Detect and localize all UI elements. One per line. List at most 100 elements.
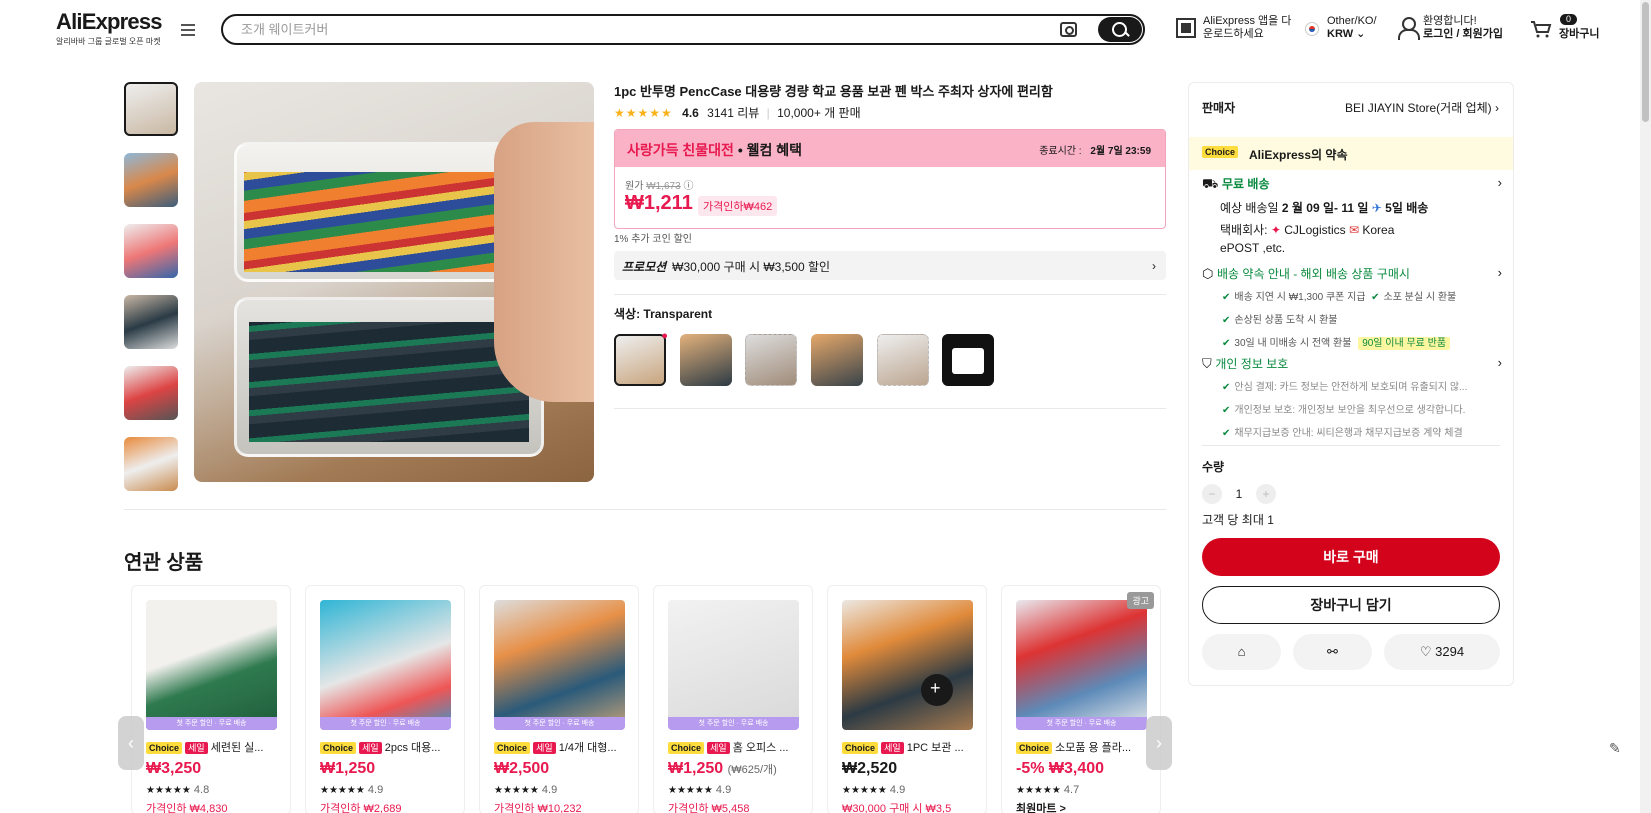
welcome-text: 환영합니다! — [1423, 15, 1477, 27]
free-shipping: 무료 배송 — [1221, 177, 1270, 191]
rating-stars: ★★★★★ — [668, 785, 713, 796]
related-product-card[interactable]: 첫 주문 할인 · 무료 배송 Choice 세일 홈 오피스 ... ₩1,2… — [653, 585, 813, 813]
cart-icon[interactable] — [1530, 20, 1552, 38]
qr-code-icon[interactable] — [1176, 18, 1196, 38]
share-button[interactable]: ⚯ — [1293, 634, 1372, 670]
color-variants: ● — [614, 330, 1004, 386]
rating-stars: ★★★★★ — [842, 785, 887, 796]
choice-badge: Choice — [494, 742, 531, 754]
store-name: BEI JIAYIN Store(거래 업체) — [1345, 101, 1492, 115]
rating-value: 4.9 — [889, 784, 906, 796]
product-price: ₩1,250 — [320, 760, 376, 777]
promo-band: 첫 주문 할인 · 무료 배송 — [146, 717, 277, 730]
related-product-card[interactable]: Choice 세일 1PC 보관 ... ₩2,520 ★★★★★ 4.9 ₩3… — [827, 585, 987, 813]
carousel-prev-button[interactable]: ‹ — [118, 716, 144, 770]
sale-badge: 세일 — [707, 742, 730, 754]
related-product-card[interactable]: 첫 주문 할인 · 무료 배송 Choice 세일 2pcs 대용... ₩1,… — [305, 585, 465, 813]
store-link[interactable]: 최원마트 > — [1016, 800, 1066, 813]
region-selector[interactable]: Other/KO/ KRW ⌄ — [1327, 15, 1377, 41]
variant-4[interactable] — [810, 334, 863, 386]
delivery-guarantee-section[interactable]: ⬡ 배송 약속 안내 - 해외 배송 상품 구매시 › ✔ 배송 지연 시 ₩1,3… — [1202, 265, 1502, 350]
thumbnail-5[interactable] — [124, 366, 178, 420]
camera-search-icon[interactable] — [1060, 22, 1077, 37]
promotion-row[interactable]: 프로모션 ₩30,000 구매 시 ₩3,500 할인 › — [614, 251, 1166, 280]
store-link[interactable]: BEI JIAYIN Store(거래 업체) › — [1345, 99, 1499, 116]
wishlist-button[interactable]: ♡ 3294 — [1384, 634, 1500, 670]
sale-price: ₩1,211 — [625, 192, 693, 214]
carrier-korea: Korea — [1362, 223, 1395, 237]
related-product-card[interactable]: 첫 주문 할인 · 무료 배송 Choice 세일 1/4개 대형... ₩2,… — [479, 585, 639, 813]
variant-5[interactable] — [876, 334, 929, 386]
color-value: Transparent — [643, 307, 713, 321]
add-to-cart-icon[interactable] — [921, 674, 953, 706]
variant-6[interactable] — [942, 334, 995, 386]
thumbnail-2[interactable] — [124, 153, 178, 207]
check-icon: ✔ — [1371, 292, 1380, 303]
sale-badge: 세일 — [533, 742, 556, 754]
scrollbar-thumb[interactable] — [1642, 2, 1649, 122]
carousel-next-button[interactable]: › — [1146, 716, 1172, 770]
account-link[interactable]: 환영합니다! 로그인 / 회원가입 — [1423, 15, 1503, 41]
main-product-image[interactable] — [194, 82, 594, 482]
logo-subtitle: 알리바바 그룹 글로벌 오픈 마켓 — [56, 37, 161, 46]
related-product-card[interactable]: 첫 주문 할인 · 무료 배송 광고 Choice 소모품 용 플라... -5… — [1001, 585, 1161, 813]
quantity-value[interactable]: 1 — [1222, 487, 1256, 501]
check-icon: ✔ — [1222, 428, 1231, 439]
cj-icon: ✦ — [1270, 223, 1281, 237]
promo-band: 첫 주문 할인 · 무료 배송 — [1016, 717, 1147, 730]
info-icon[interactable]: ⓘ — [683, 181, 693, 192]
buy-now-button[interactable]: 바로 구매 — [1202, 538, 1500, 576]
related-product-card[interactable]: 첫 주문 할인 · 무료 배송 Choice 세일 세련된 실... ₩3,25… — [131, 585, 291, 813]
thumbnail-1[interactable] — [124, 82, 178, 136]
rating-value: 4.9 — [541, 784, 558, 796]
promo-welcome: • 웰컴 혜택 — [737, 142, 803, 158]
menu-icon[interactable] — [181, 24, 195, 36]
truck-icon: ⛟ — [1202, 176, 1219, 191]
variant-transparent[interactable]: ● — [614, 330, 668, 386]
check-icon: ✔ — [1222, 292, 1231, 303]
app-download-link[interactable]: AliExpress 앱을 다 운로드하세요 — [1203, 15, 1291, 41]
search-button[interactable] — [1098, 17, 1142, 42]
page-scrollbar[interactable] — [1640, 0, 1651, 813]
thumbnail-6[interactable] — [124, 437, 178, 491]
search-input[interactable] — [241, 22, 1061, 37]
thumbnail-4[interactable] — [124, 295, 178, 349]
divider — [124, 509, 1166, 510]
thumbnail-3[interactable] — [124, 224, 178, 278]
rating-stars: ★★★★★ — [614, 106, 673, 120]
cart-label[interactable]: 장바구니 — [1559, 28, 1599, 41]
choice-badge: Choice — [146, 742, 183, 754]
store-button[interactable]: ⌂ — [1202, 634, 1281, 670]
decrease-button[interactable]: − — [1202, 484, 1222, 504]
variant-3[interactable] — [745, 334, 798, 386]
shipping-section[interactable]: ⛟ 무료 배송 › 예상 배송일 2 월 09 일- 11 일 ✈ 5일 배송 택… — [1202, 175, 1502, 257]
unit-price: (₩625/개) — [727, 764, 777, 776]
divider — [1202, 445, 1500, 446]
chevron-right-icon: › — [1497, 265, 1502, 280]
choice-badge: Choice — [320, 742, 357, 754]
discount-badge: 가격인하₩462 — [698, 196, 778, 216]
increase-button[interactable]: + — [1256, 484, 1276, 504]
promo-band: 첫 주문 할인 · 무료 배송 — [320, 717, 451, 730]
seller-label: 판매자 — [1202, 101, 1236, 115]
guarantee-3: 손상된 상품 도착 시 환불 — [1234, 315, 1338, 326]
hand — [494, 122, 594, 402]
chevron-right-icon: › — [1497, 175, 1502, 190]
related-products-title: 연관 상품 — [124, 552, 204, 574]
product-name: 소모품 용 플라... — [1055, 742, 1132, 754]
plane-icon: ✈ — [1371, 201, 1382, 215]
carrier-epost: ePOST ,etc. — [1220, 241, 1286, 255]
add-to-cart-button[interactable]: 장바구니 담기 — [1202, 586, 1500, 624]
user-icon[interactable] — [1398, 17, 1420, 40]
variant-2[interactable] — [679, 334, 732, 386]
sale-badge: 세일 — [881, 742, 904, 754]
app-download-line1: AliExpress 앱을 다 — [1203, 15, 1292, 27]
rating-row: ★★★★★ 4.6 3141 리뷰 | 10,000+ 개 판매 — [614, 106, 861, 120]
review-count[interactable]: 3141 리뷰 — [707, 106, 759, 120]
promotion-note: ₩30,000 구매 시 ₩3,5 — [842, 803, 952, 813]
aliexpress-logo[interactable]: AliExpress 알리바바 그룹 글로벌 오픈 마켓 — [56, 10, 163, 47]
privacy-section[interactable]: ⛉ 개인 정보 보호 › ✔ 안심 결제: 카드 정보는 안전하게 보호되며 유출되… — [1202, 355, 1502, 439]
choice-badge: Choice — [668, 742, 705, 754]
chevron-right-icon: › — [1152, 259, 1156, 273]
edit-icon[interactable]: ✎ — [1609, 740, 1627, 758]
